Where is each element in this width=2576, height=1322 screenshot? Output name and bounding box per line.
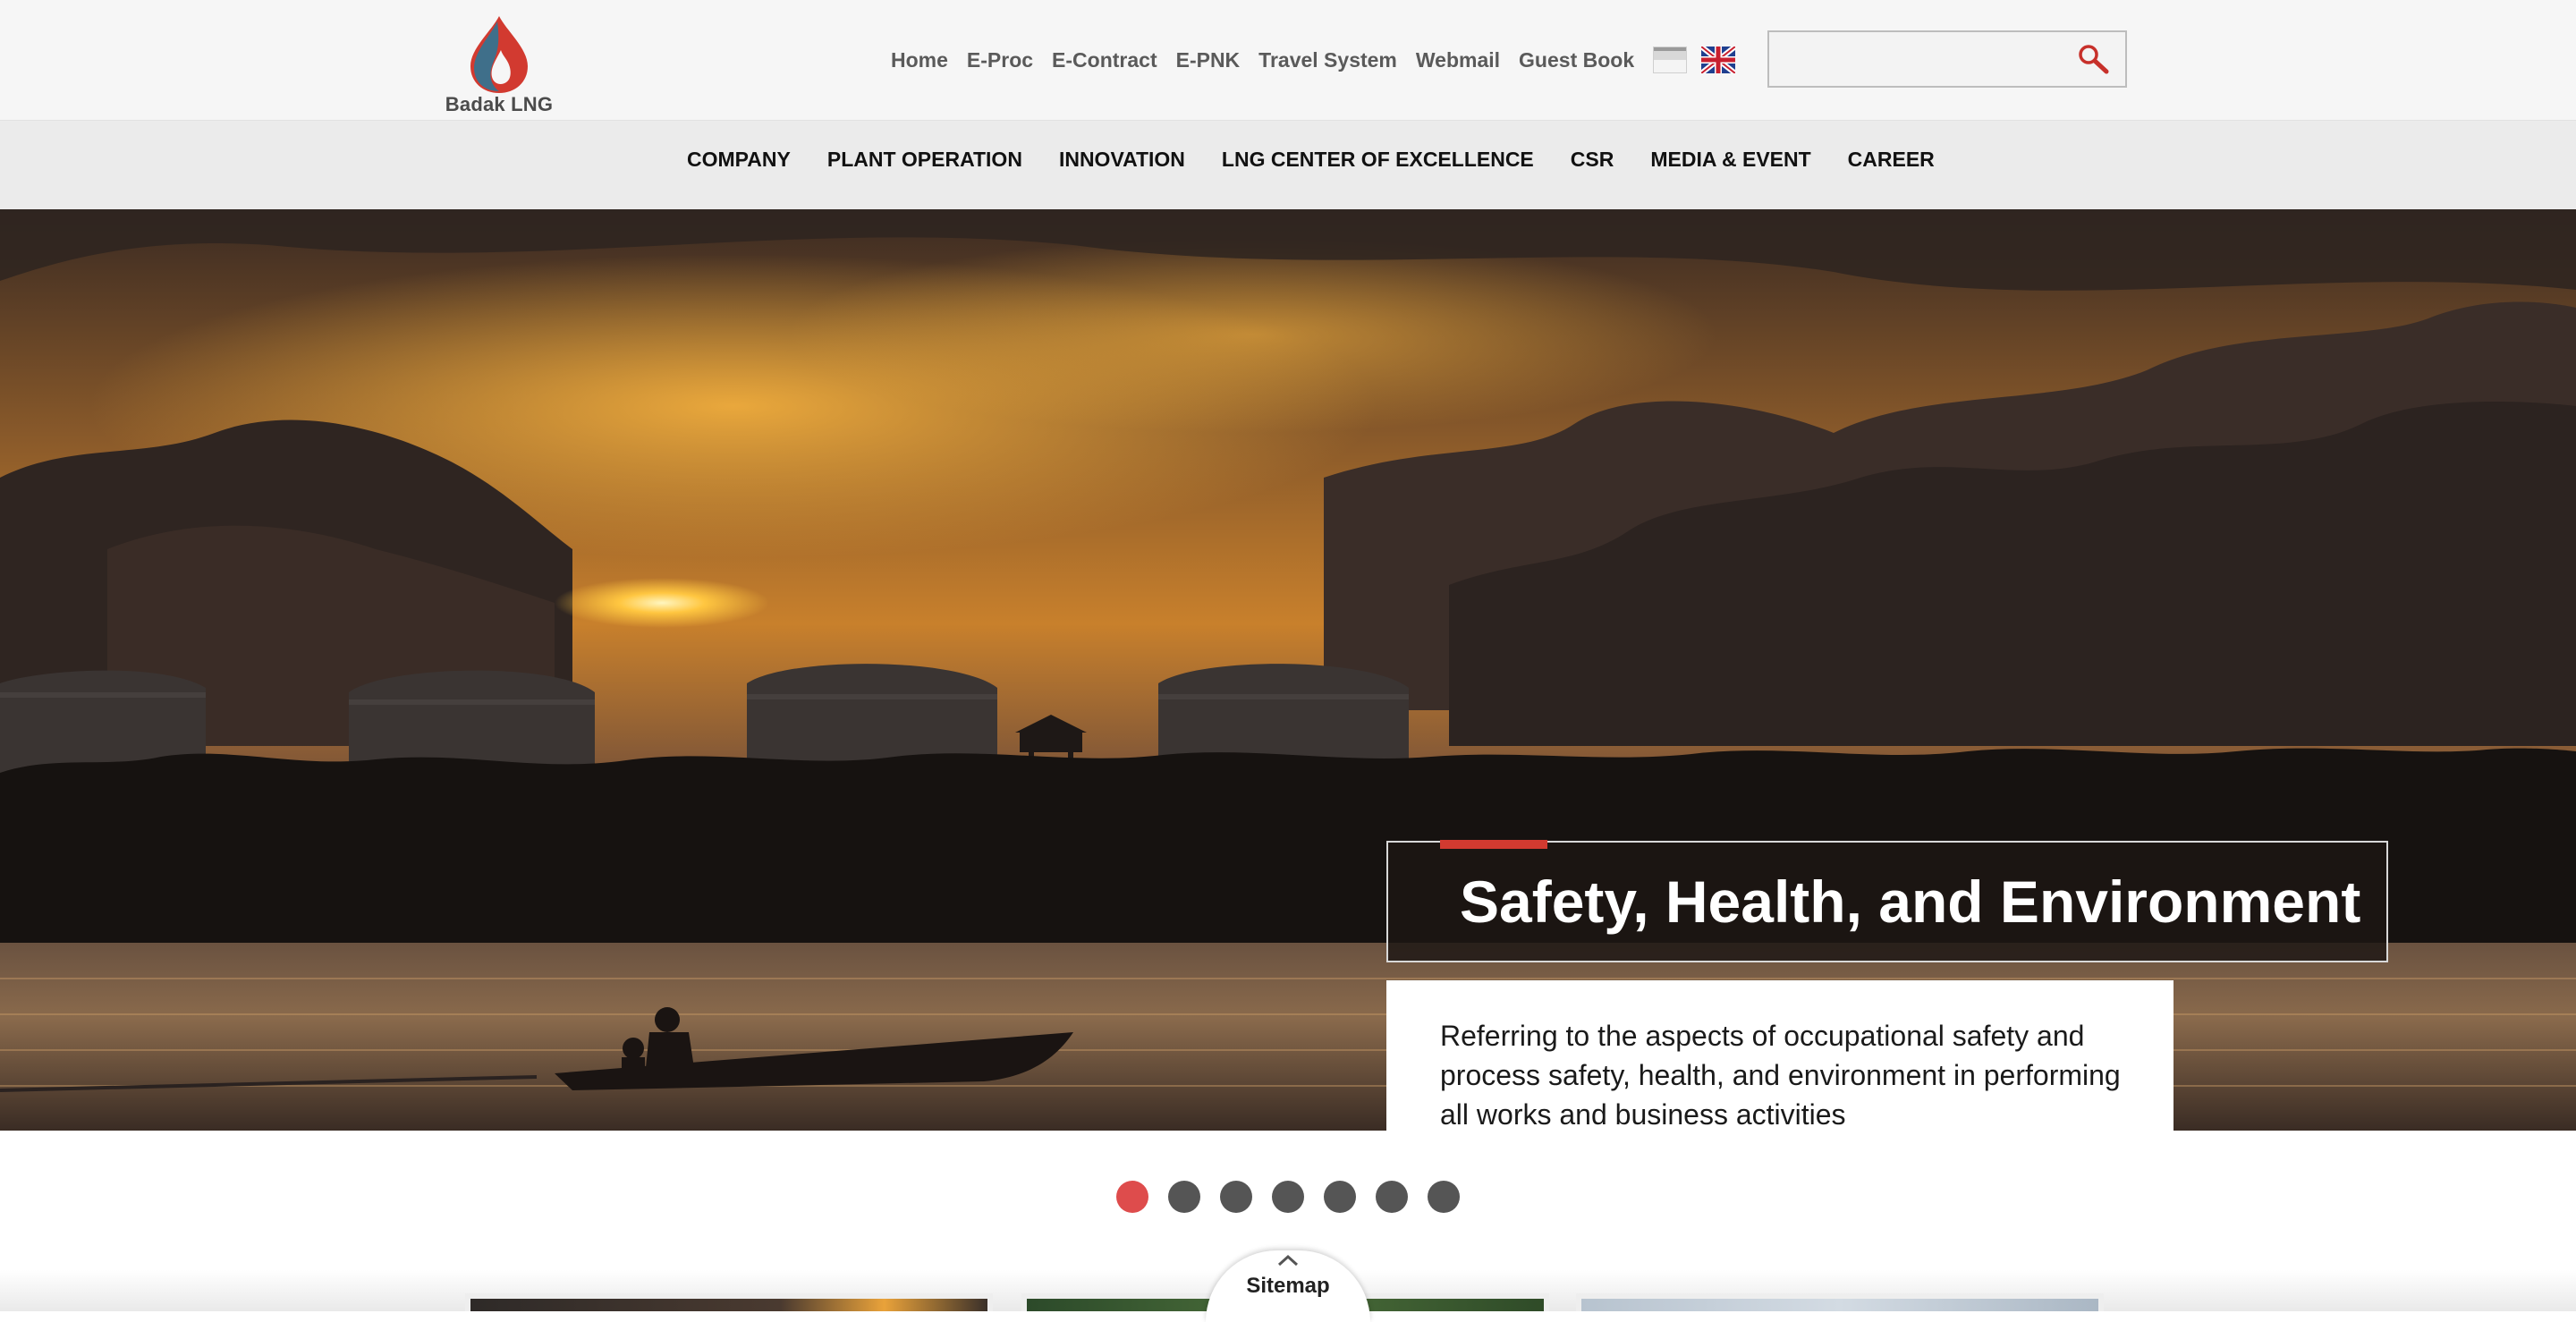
utility-link-e-proc[interactable]: E-Proc [967, 48, 1033, 75]
title-accent-bar [1440, 840, 1547, 849]
feature-thumbnail-3[interactable] [1576, 1293, 2104, 1311]
nav-item-career[interactable]: CAREER [1848, 148, 1935, 183]
hero-description: Referring to the aspects of occupational… [1440, 1020, 2121, 1131]
sitemap-toggle[interactable]: Sitemap [1206, 1250, 1370, 1322]
hero-title: Safety, Health, and Environment [1460, 869, 2361, 935]
slider-dot-6[interactable] [1376, 1181, 1408, 1213]
chevron-up-icon [1277, 1254, 1299, 1267]
drop-logo-icon [470, 16, 528, 93]
slider-dot-2[interactable] [1168, 1181, 1200, 1213]
hero-title-box: Safety, Health, and Environment [1386, 841, 2388, 962]
main-nav: COMPANY PLANT OPERATION INNOVATION LNG C… [0, 121, 2576, 209]
nav-item-lng-center-of-excellence[interactable]: LNG CENTER OF EXCELLENCE [1222, 148, 1534, 183]
nav-item-innovation[interactable]: INNOVATION [1059, 148, 1185, 183]
nav-item-csr[interactable]: CSR [1571, 148, 1614, 183]
search-icon[interactable] [2077, 43, 2109, 75]
logo-text: Badak LNG [445, 93, 554, 115]
top-header: Badak LNG Home E-Proc E-Contract E-PNK T… [0, 0, 2576, 121]
utility-nav: Home E-Proc E-Contract E-PNK Travel Syst… [891, 48, 1653, 75]
nav-item-plant-operation[interactable]: PLANT OPERATION [827, 148, 1022, 183]
brand-logo[interactable]: Badak LNG [444, 14, 555, 118]
nav-item-media-event[interactable]: MEDIA & EVENT [1650, 148, 1810, 183]
slider-dot-5[interactable] [1324, 1181, 1356, 1213]
hero-description-box: Referring to the aspects of occupational… [1386, 980, 2174, 1131]
utility-link-guest-book[interactable]: Guest Book [1519, 48, 1634, 75]
utility-link-home[interactable]: Home [891, 48, 948, 75]
utility-link-e-pnk[interactable]: E-PNK [1176, 48, 1241, 75]
indonesia-flag-icon[interactable] [1653, 47, 1687, 73]
utility-link-travel-system[interactable]: Travel System [1258, 48, 1397, 75]
sitemap-label: Sitemap [1246, 1274, 1330, 1298]
slider-dot-3[interactable] [1220, 1181, 1252, 1213]
uk-flag-icon[interactable] [1701, 47, 1735, 73]
nav-item-company[interactable]: COMPANY [687, 148, 791, 183]
hero-slider: Safety, Health, and Environment Referrin… [0, 209, 2576, 1131]
utility-link-e-contract[interactable]: E-Contract [1052, 48, 1157, 75]
search-box [1767, 30, 2127, 88]
slider-dot-1[interactable] [1116, 1181, 1148, 1213]
feature-thumbnail-1[interactable] [465, 1293, 993, 1311]
search-input[interactable] [1778, 39, 2068, 81]
slider-pagination [1116, 1181, 1479, 1213]
utility-link-webmail[interactable]: Webmail [1416, 48, 1500, 75]
slider-dot-7[interactable] [1428, 1181, 1460, 1213]
slider-dot-4[interactable] [1272, 1181, 1304, 1213]
hero-sunset-image [0, 209, 2576, 1131]
